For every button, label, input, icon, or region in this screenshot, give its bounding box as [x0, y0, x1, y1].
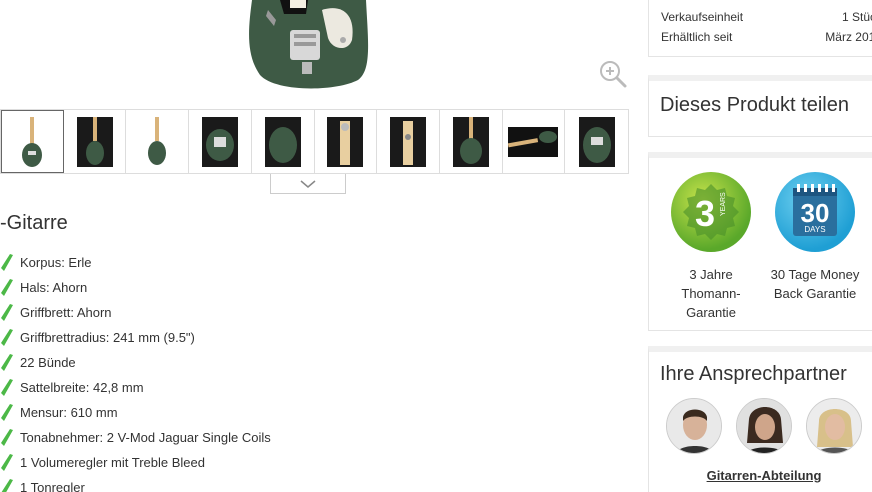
feature-item: Mensur: 610 mm [0, 400, 271, 425]
guarantee-30-days[interactable]: 30 DAYS 30 Tage Money Back Garantie [763, 172, 867, 322]
feature-item: Griffbrettradius: 241 mm (9.5") [0, 325, 271, 350]
feature-item: Tonabnehmer: 2 V-Mod Jaguar Single Coils [0, 425, 271, 450]
section-title: -Gitarre [0, 212, 68, 234]
info-row-available-since: Erhältlich seit März 2017 [649, 27, 872, 47]
avatar[interactable] [666, 398, 722, 454]
feature-item: Sattelbreite: 42,8 mm [0, 375, 271, 400]
thumbnail-9[interactable] [502, 110, 566, 173]
thumbnail-7[interactable] [377, 110, 440, 173]
checkmark-icon [1, 453, 13, 471]
avatar[interactable] [736, 398, 792, 454]
feature-text: Griffbrettradius: 241 mm (9.5") [20, 330, 195, 345]
thumbnail-strip [0, 109, 629, 174]
info-row-sales-unit: Verkaufseinheit 1 Stück [649, 7, 872, 27]
thumbnail-8[interactable] [439, 110, 503, 173]
feature-item: 22 Bünde [0, 350, 271, 375]
checkmark-icon [1, 303, 13, 321]
info-key: Erhältlich seit [661, 30, 733, 44]
feature-list: Korpus: Erle Hals: Ahorn Griffbrett: Ahorn… [0, 250, 271, 492]
feature-item: Korpus: Erle [0, 250, 271, 275]
guarantee-label: 3 Jahre Thomann-Garantie [681, 267, 741, 320]
guarantee-label: 30 Tage Money Back Garantie [770, 267, 860, 301]
checkmark-icon [1, 353, 13, 371]
feature-item: Hals: Ahorn [0, 275, 271, 300]
feature-text: Mensur: 610 mm [20, 405, 118, 420]
svg-text:30: 30 [801, 198, 830, 228]
contact-title: Ihre Ansprechpartner [660, 363, 847, 385]
feature-item: 1 Volumeregler mit Treble Bleed [0, 450, 271, 475]
feature-text: 1 Volumeregler mit Treble Bleed [20, 455, 205, 470]
avatar[interactable] [806, 398, 862, 454]
checkmark-icon [1, 278, 13, 296]
zoom-icon[interactable] [598, 59, 628, 89]
share-title[interactable]: Dieses Produkt teilen [649, 81, 872, 117]
feature-text: Griffbrett: Ahorn [20, 305, 112, 320]
feature-item: Griffbrett: Ahorn [0, 300, 271, 325]
product-info-box: Verkaufseinheit 1 Stück Erhältlich seit … [648, 0, 872, 57]
feature-text: Hals: Ahorn [20, 280, 88, 295]
guarantee-box: 3 YEARS 3 Jahre Thomann-Garantie 30 DAYS… [648, 152, 872, 331]
svg-text:3: 3 [695, 193, 715, 234]
guarantee-3-years[interactable]: 3 YEARS 3 Jahre Thomann-Garantie [659, 172, 763, 322]
info-row-partial [649, 0, 872, 7]
feature-text: 22 Bünde [20, 355, 76, 370]
checkmark-icon [1, 328, 13, 346]
chevron-down-icon [300, 179, 316, 188]
checkmark-icon [1, 403, 13, 421]
thumbnail-6[interactable] [314, 110, 378, 173]
thumbnail-5[interactable] [251, 110, 315, 173]
checkmark-icon [1, 378, 13, 396]
svg-text:DAYS: DAYS [804, 225, 825, 234]
three-years-badge-icon: 3 YEARS [671, 172, 751, 252]
checkmark-icon [1, 253, 13, 271]
feature-text: Sattelbreite: 42,8 mm [20, 380, 144, 395]
info-value: März 2017 [825, 30, 872, 44]
thumbnail-4[interactable] [189, 110, 252, 173]
feature-text: 1 Tonregler [20, 480, 85, 492]
feature-item: 1 Tonregler [0, 475, 271, 492]
feature-text: Tonabnehmer: 2 V-Mod Jaguar Single Coils [20, 430, 271, 445]
thumbnail-2[interactable] [63, 110, 127, 173]
info-key: Verkaufseinheit [661, 10, 744, 24]
info-value: 1 Stück [841, 10, 872, 24]
expand-thumbnails-button[interactable] [270, 174, 346, 194]
thumbnail-10[interactable] [565, 110, 629, 173]
department-link[interactable]: Gitarren-Abteilung [649, 468, 872, 483]
contact-box: Ihre Ansprechpartner Gitarren-Abteilung [648, 346, 872, 492]
thumbnail-1[interactable] [1, 110, 64, 173]
share-box[interactable]: Dieses Produkt teilen [648, 75, 872, 137]
thirty-days-badge-icon: 30 DAYS [775, 172, 855, 252]
thumbnail-3[interactable] [126, 110, 190, 173]
product-main-image[interactable] [240, 0, 380, 92]
checkmark-icon [1, 478, 13, 492]
svg-text:YEARS: YEARS [720, 192, 727, 216]
checkmark-icon [1, 428, 13, 446]
feature-text: Korpus: Erle [20, 255, 92, 270]
